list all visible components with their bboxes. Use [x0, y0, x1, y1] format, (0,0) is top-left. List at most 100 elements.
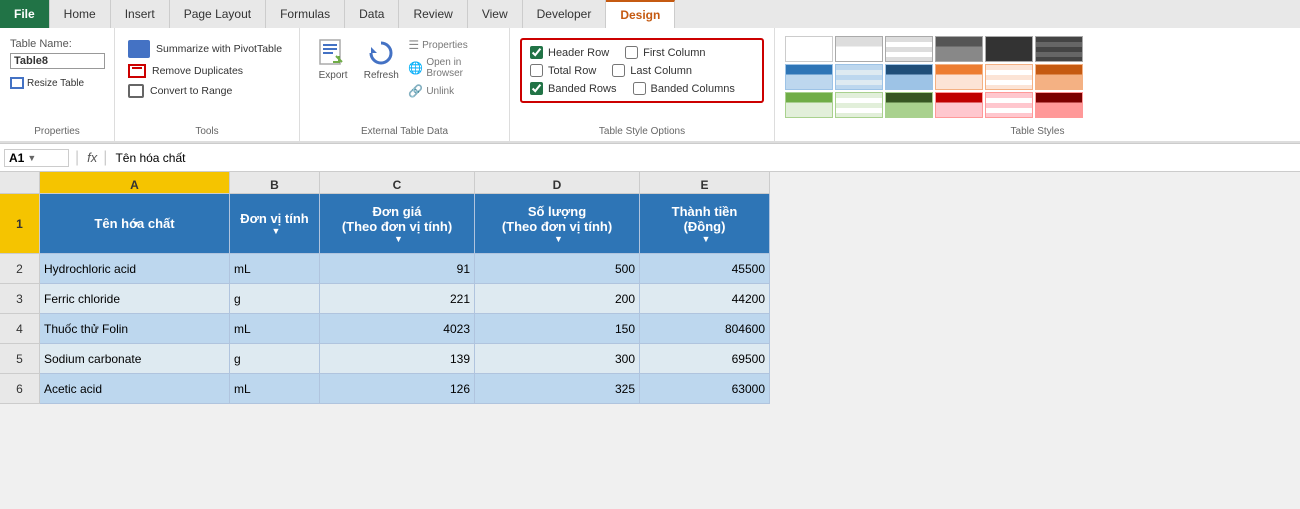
col-header-a[interactable]: A [40, 172, 230, 194]
col-header-e[interactable]: E [640, 172, 770, 194]
tab-design[interactable]: Design [606, 0, 675, 28]
tab-review[interactable]: Review [399, 0, 467, 28]
name-box-dropdown-icon[interactable]: ▼ [27, 153, 36, 163]
swatch-dark-2[interactable] [985, 36, 1033, 62]
tab-data[interactable]: Data [345, 0, 399, 28]
tab-home[interactable]: Home [50, 0, 111, 28]
swatch-green-2[interactable] [835, 92, 883, 118]
header-row-checkbox-label[interactable]: Header Row [530, 46, 609, 59]
tab-file[interactable]: File [0, 0, 50, 28]
swatch-dark-stripe[interactable] [1035, 36, 1083, 62]
cell-2e[interactable]: 45500 [640, 254, 770, 284]
cell-3b[interactable]: g [230, 284, 320, 314]
swatch-red-1[interactable] [935, 92, 983, 118]
table-name-input[interactable] [10, 53, 105, 69]
tab-page-layout[interactable]: Page Layout [170, 0, 266, 28]
header-row-checkbox[interactable] [530, 46, 543, 59]
swatch-none[interactable] [785, 36, 833, 62]
cell-5d[interactable]: 300 [475, 344, 640, 374]
row-header-5[interactable]: 5 [0, 344, 40, 374]
cell-5c[interactable]: 139 [320, 344, 475, 374]
swatch-orange-2[interactable] [985, 64, 1033, 90]
swatch-green-dark[interactable] [885, 92, 933, 118]
cell-4e[interactable]: 804600 [640, 314, 770, 344]
formula-input[interactable] [113, 149, 1296, 167]
convert-to-range-button[interactable]: Convert to Range [125, 82, 235, 100]
cell-6d[interactable]: 325 [475, 374, 640, 404]
banded-columns-checkbox[interactable] [633, 82, 646, 95]
header-cell-a[interactable]: Tên hóa chất ▼ [40, 194, 230, 254]
col-header-d[interactable]: D [475, 172, 640, 194]
summarize-pivot-button[interactable]: Summarize with PivotTable [125, 38, 285, 60]
remove-duplicates-button[interactable]: Remove Duplicates [125, 62, 246, 80]
swatch-blue-2[interactable] [835, 64, 883, 90]
cell-6c[interactable]: 126 [320, 374, 475, 404]
open-in-browser-button[interactable]: 🌐 Open in Browser [408, 57, 497, 79]
cell-2b[interactable]: mL [230, 254, 320, 284]
cell-6e[interactable]: 63000 [640, 374, 770, 404]
first-column-checkbox[interactable] [625, 46, 638, 59]
col-header-b[interactable]: B [230, 172, 320, 194]
cell-6a[interactable]: Acetic acid [40, 374, 230, 404]
cell-4a[interactable]: Thuốc thử Folin [40, 314, 230, 344]
resize-table-button[interactable]: Resize Table [10, 76, 104, 90]
cell-4b[interactable]: mL [230, 314, 320, 344]
last-column-checkbox[interactable] [612, 64, 625, 77]
cell-5a[interactable]: Sodium carbonate [40, 344, 230, 374]
header-cell-d[interactable]: Số lượng(Theo đơn vị tính) ▼ [475, 194, 640, 254]
filter-arrow-e[interactable]: ▼ [702, 234, 711, 244]
properties-icon: ☰ [408, 38, 419, 52]
swatch-blue-3[interactable] [885, 64, 933, 90]
swatch-orange-dark[interactable] [1035, 64, 1083, 90]
filter-arrow-a[interactable]: ▼ [132, 219, 141, 229]
filter-arrow-c[interactable]: ▼ [394, 234, 403, 244]
swatch-red-2[interactable] [985, 92, 1033, 118]
tab-insert[interactable]: Insert [111, 0, 170, 28]
banded-rows-checkbox[interactable] [530, 82, 543, 95]
swatch-light-2[interactable] [885, 36, 933, 62]
swatch-green-1[interactable] [785, 92, 833, 118]
cell-3c[interactable]: 221 [320, 284, 475, 314]
filter-arrow-b[interactable]: ▼ [272, 226, 281, 236]
cell-3a[interactable]: Ferric chloride [40, 284, 230, 314]
swatch-blue-1[interactable] [785, 64, 833, 90]
header-cell-c[interactable]: Đơn giá(Theo đơn vị tính) ▼ [320, 194, 475, 254]
col-header-c[interactable]: C [320, 172, 475, 194]
cell-5b[interactable]: g [230, 344, 320, 374]
row-header-2[interactable]: 2 [0, 254, 40, 284]
cell-4d[interactable]: 150 [475, 314, 640, 344]
cell-5e[interactable]: 69500 [640, 344, 770, 374]
swatch-light-1[interactable] [835, 36, 883, 62]
row-header-1[interactable]: 1 [0, 194, 40, 254]
total-row-checkbox[interactable] [530, 64, 543, 77]
cell-4c[interactable]: 4023 [320, 314, 475, 344]
cell-2c[interactable]: 91 [320, 254, 475, 284]
row-header-6[interactable]: 6 [0, 374, 40, 404]
name-box[interactable]: A1 ▼ [4, 149, 69, 167]
refresh-button[interactable]: Refresh [360, 36, 402, 81]
banded-columns-checkbox-label[interactable]: Banded Columns [633, 82, 735, 95]
cell-3e[interactable]: 44200 [640, 284, 770, 314]
properties-button[interactable]: ☰ Properties [408, 38, 497, 52]
row-header-4[interactable]: 4 [0, 314, 40, 344]
first-column-checkbox-label[interactable]: First Column [625, 46, 705, 59]
swatch-red-dark[interactable] [1035, 92, 1083, 118]
export-button[interactable]: Export [312, 36, 354, 81]
filter-arrow-d[interactable]: ▼ [554, 234, 563, 244]
tab-view[interactable]: View [468, 0, 523, 28]
banded-rows-checkbox-label[interactable]: Banded Rows [530, 82, 617, 95]
header-cell-b[interactable]: Đơn vị tính ▼ [230, 194, 320, 254]
last-column-checkbox-label[interactable]: Last Column [612, 64, 692, 77]
cell-3d[interactable]: 200 [475, 284, 640, 314]
tab-developer[interactable]: Developer [523, 0, 607, 28]
cell-2d[interactable]: 500 [475, 254, 640, 284]
cell-2a[interactable]: Hydrochloric acid [40, 254, 230, 284]
total-row-checkbox-label[interactable]: Total Row [530, 64, 596, 77]
header-cell-e[interactable]: Thành tiền(Đồng) ▼ [640, 194, 770, 254]
row-header-3[interactable]: 3 [0, 284, 40, 314]
swatch-dark-1[interactable] [935, 36, 983, 62]
cell-6b[interactable]: mL [230, 374, 320, 404]
tab-formulas[interactable]: Formulas [266, 0, 345, 28]
swatch-orange-1[interactable] [935, 64, 983, 90]
unlink-button[interactable]: 🔗 Unlink [408, 84, 497, 98]
